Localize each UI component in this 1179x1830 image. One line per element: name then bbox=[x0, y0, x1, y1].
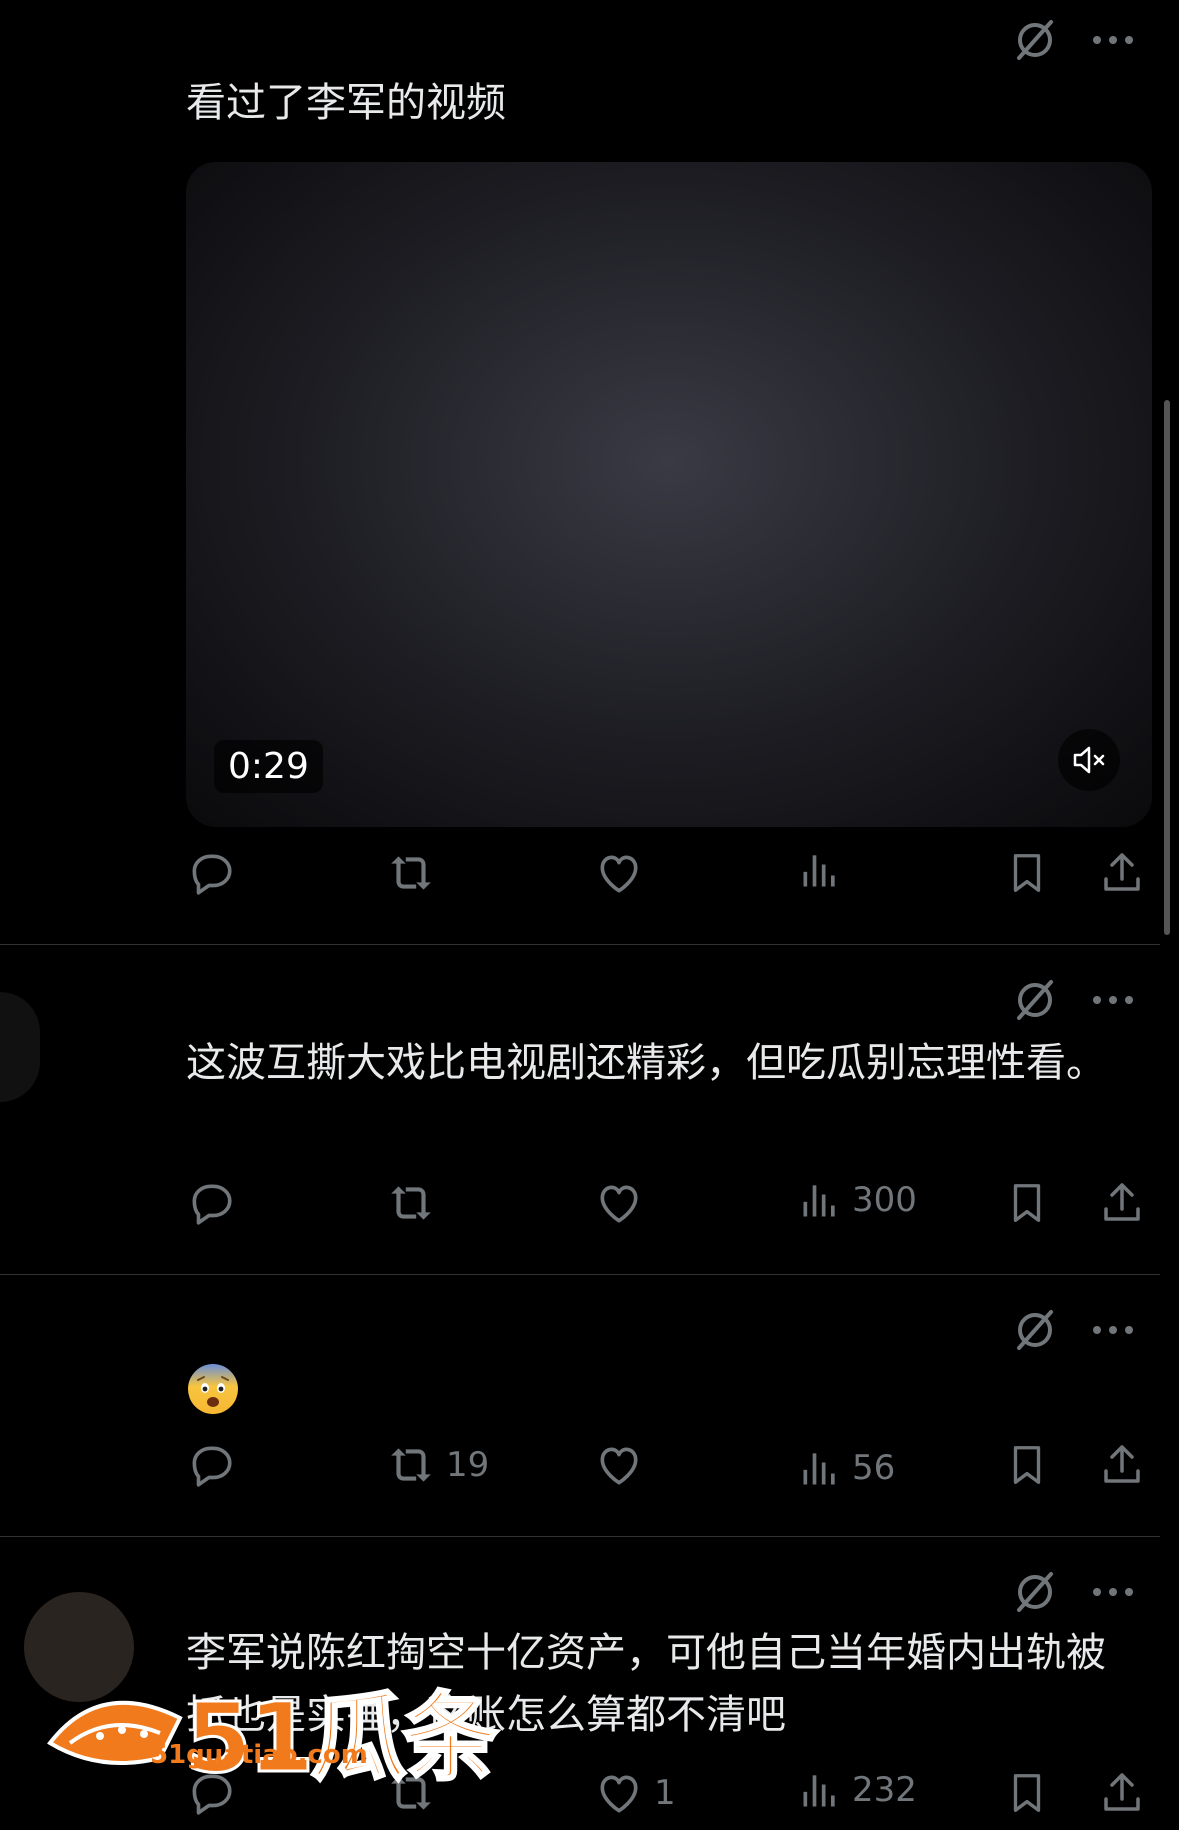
more-icon[interactable] bbox=[1091, 34, 1135, 46]
post-text: 这波互撕大戏比电视剧还精彩，但吃瓜别忘理性看。 bbox=[186, 1040, 1106, 1086]
like-button[interactable] bbox=[594, 848, 654, 898]
bookmark-icon bbox=[1004, 848, 1050, 898]
video-duration: 0:29 bbox=[214, 740, 323, 793]
views-icon bbox=[798, 1178, 842, 1222]
reply-button[interactable] bbox=[186, 1178, 246, 1228]
share-icon bbox=[1098, 1178, 1146, 1228]
views-icon bbox=[798, 1446, 842, 1490]
bookmark-button[interactable] bbox=[1004, 1768, 1050, 1818]
views-button[interactable]: 56 bbox=[798, 1446, 895, 1490]
grok-icon[interactable] bbox=[1013, 1308, 1057, 1352]
mute-icon[interactable] bbox=[1058, 729, 1120, 791]
grok-icon[interactable] bbox=[1013, 978, 1057, 1022]
share-button[interactable] bbox=[1098, 1178, 1146, 1228]
more-icon[interactable] bbox=[1091, 994, 1135, 1006]
reply-icon bbox=[186, 848, 236, 898]
like-button[interactable] bbox=[594, 1178, 654, 1228]
divider bbox=[0, 1536, 1160, 1537]
repost-icon bbox=[386, 1440, 436, 1490]
bookmark-button[interactable] bbox=[1004, 848, 1050, 898]
repost-button[interactable] bbox=[386, 1178, 446, 1228]
action-bar: 19 56 bbox=[186, 1440, 1146, 1500]
anxious-face-emoji bbox=[186, 1362, 240, 1416]
more-icon[interactable] bbox=[1091, 1586, 1135, 1598]
grok-icon[interactable] bbox=[1013, 1570, 1057, 1614]
avatar[interactable] bbox=[0, 992, 40, 1102]
reply-icon bbox=[186, 1178, 236, 1228]
like-icon bbox=[594, 848, 644, 898]
bookmark-button[interactable] bbox=[1004, 1440, 1050, 1490]
share-icon bbox=[1098, 848, 1146, 898]
bookmark-icon bbox=[1004, 1178, 1050, 1228]
divider bbox=[0, 944, 1160, 945]
scrollbar[interactable] bbox=[1164, 400, 1170, 935]
views-button[interactable] bbox=[798, 848, 852, 892]
like-icon bbox=[594, 1178, 644, 1228]
like-button[interactable] bbox=[594, 1440, 654, 1490]
bookmark-button[interactable] bbox=[1004, 1178, 1050, 1228]
video-thumbnail bbox=[186, 162, 1152, 827]
more-icon[interactable] bbox=[1091, 1324, 1135, 1336]
watermark-url: 51guatiao.com bbox=[150, 1740, 368, 1770]
like-button[interactable]: 1 bbox=[594, 1768, 676, 1818]
bookmark-icon bbox=[1004, 1768, 1050, 1818]
divider bbox=[0, 1274, 1160, 1275]
repost-icon bbox=[386, 1178, 436, 1228]
share-button[interactable] bbox=[1098, 848, 1146, 898]
repost-icon bbox=[386, 848, 436, 898]
bookmark-icon bbox=[1004, 1440, 1050, 1490]
share-button[interactable] bbox=[1098, 1768, 1146, 1818]
views-button[interactable]: 300 bbox=[798, 1178, 917, 1222]
reply-button[interactable] bbox=[186, 1440, 246, 1490]
like-icon bbox=[594, 1768, 644, 1818]
share-button[interactable] bbox=[1098, 1440, 1146, 1490]
watermark-brand: 51瓜条 bbox=[184, 1681, 501, 1796]
reply-button[interactable] bbox=[186, 848, 246, 898]
share-icon bbox=[1098, 1440, 1146, 1490]
reply-icon bbox=[186, 1440, 236, 1490]
views-icon bbox=[798, 1768, 842, 1812]
action-bar: 300 bbox=[186, 1178, 1146, 1238]
views-icon bbox=[798, 848, 842, 892]
grok-icon[interactable] bbox=[1013, 18, 1057, 62]
post-text: 看过了李军的视频 bbox=[186, 80, 506, 126]
video-player[interactable]: 0:29 bbox=[186, 162, 1152, 827]
views-button[interactable]: 232 bbox=[798, 1768, 917, 1812]
repost-button[interactable]: 19 bbox=[386, 1440, 489, 1490]
share-icon bbox=[1098, 1768, 1146, 1818]
like-icon bbox=[594, 1440, 644, 1490]
action-bar bbox=[186, 848, 1146, 908]
repost-button[interactable] bbox=[386, 848, 446, 898]
